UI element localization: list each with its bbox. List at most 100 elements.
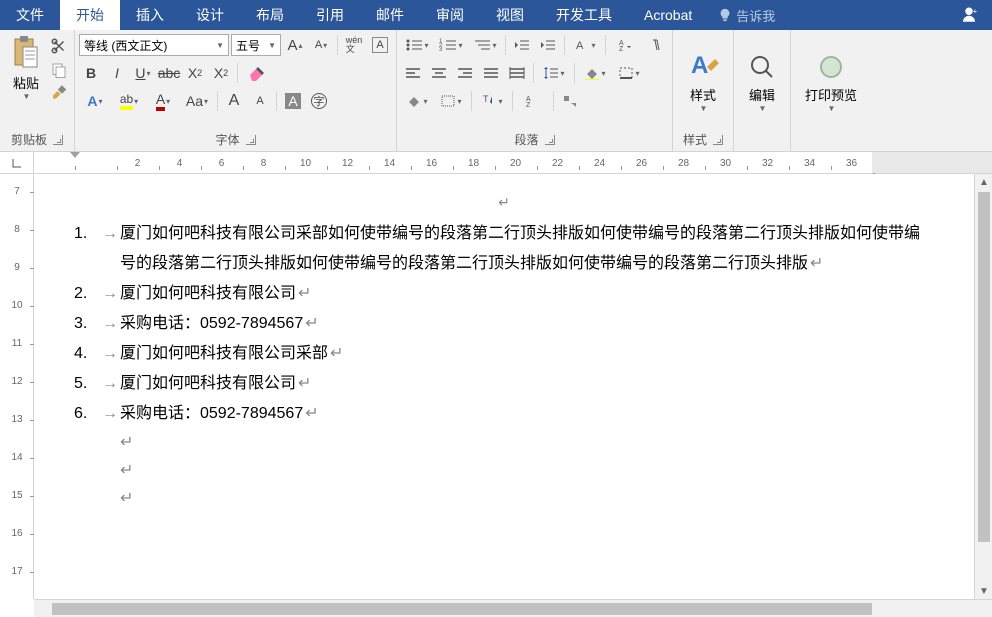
list-item-text: 厦门如何吧科技有限公司↵ [120,369,934,399]
align-justify-button[interactable] [479,61,503,85]
multilevel-button[interactable]: ▾ [469,33,501,57]
enclose-char-button[interactable]: 字 [307,89,331,113]
phonetic-guide-button[interactable]: wén文 [342,33,366,57]
snap-button[interactable] [558,89,582,113]
list-item[interactable]: 3.→采购电话：0592-7894567↵ [74,309,934,339]
document-page[interactable]: ↵ 1.→厦门如何吧科技有限公司采部如何使带编号的段落第二行顶头排版如何使带编号… [34,174,974,599]
tab-layout[interactable]: 布局 [240,0,300,30]
cut-button[interactable] [50,37,68,55]
vruler-tick: 17 [8,566,26,577]
tab-review[interactable]: 审阅 [420,0,480,30]
tab-mailings[interactable]: 邮件 [360,0,420,30]
font-color-button[interactable]: A▾ [147,89,179,113]
italic-button[interactable]: I [105,61,129,85]
tab-file[interactable]: 文件 [0,0,60,30]
list-item[interactable]: 1.→厦门如何吧科技有限公司采部如何使带编号的段落第二行顶头排版如何使带编号的段… [74,219,934,279]
align-right-button[interactable] [453,61,477,85]
list-item[interactable]: 6.→采购电话：0592-7894567↵ [74,399,934,429]
numbering-button[interactable]: 123▾ [435,33,467,57]
line-spacing-button[interactable]: ▾ [538,61,570,85]
horizontal-ruler[interactable]: 2468101214161820222426283032343638404244 [34,152,992,173]
ribbon-tabs: 文件 开始 插入 设计 布局 引用 邮件 审阅 视图 开发工具 Acrobat … [0,0,992,30]
print-preview-button[interactable]: 打印预览 ▼ [795,33,867,132]
tab-arrow: → [102,279,120,309]
clipboard-dialog-launcher[interactable] [53,135,63,145]
copy-button[interactable] [50,61,68,79]
tell-me-search[interactable]: 告诉我 [718,0,775,30]
paste-button[interactable]: 粘贴 ▼ [6,35,46,101]
tab-acrobat[interactable]: Acrobat [628,0,708,30]
list-number: 4. [74,339,102,369]
grow-font-button[interactable]: A▴ [283,33,307,57]
tab-home[interactable]: 开始 [60,0,120,30]
char-border-button[interactable]: A [368,33,392,57]
bullets-button[interactable]: ▾ [401,33,433,57]
bold-button[interactable]: B [79,61,103,85]
clear-formatting-button[interactable] [242,61,274,85]
multilevel-icon [473,38,491,52]
asian-layout-button[interactable]: A▾ [569,33,601,57]
paragraph-mark: ↵ [330,345,343,362]
change-case-button[interactable]: Aa▾ [181,89,213,113]
format-painter-button[interactable] [50,85,68,103]
subscript-button[interactable]: X2 [183,61,207,85]
show-marks-button[interactable] [644,33,668,57]
shrink-font-button[interactable]: A▾ [309,33,333,57]
tab-developer[interactable]: 开发工具 [540,0,628,30]
bucket2-icon [406,94,422,108]
list-number: 5. [74,369,102,399]
align-distribute-button[interactable] [505,61,529,85]
align-left-button[interactable] [401,61,425,85]
underline-button[interactable]: U▾ [131,61,155,85]
align-center-button[interactable] [427,61,451,85]
list-item-text: 厦门如何吧科技有限公司采部↵ [120,339,934,369]
list-item-text: 采购电话：0592-7894567↵ [120,309,934,339]
tab-insert[interactable]: 插入 [120,0,180,30]
sort-icon: AZ [618,38,634,52]
paragraph-dialog-launcher[interactable] [545,135,555,145]
font-dialog-launcher[interactable] [246,135,256,145]
styles-button[interactable]: A 样式 ▼ [677,33,729,129]
styles-dialog-launcher[interactable] [713,135,723,145]
tab-references[interactable]: 引用 [300,0,360,30]
char-shading-button[interactable]: A [281,89,305,113]
list-item[interactable]: 4.→厦门如何吧科技有限公司采部↵ [74,339,934,369]
shrink-font2-button[interactable]: A [248,89,272,113]
editing-button[interactable]: 编辑 ▼ [738,33,786,132]
text-effects-button[interactable]: A▾ [79,89,111,113]
vruler-tick: 12 [8,376,26,387]
vertical-scrollbar[interactable]: ▲ ▼ [974,174,992,599]
account-button[interactable]: + [946,0,992,30]
group-styles: A 样式 ▼ 样式 [673,30,734,151]
list-item[interactable]: 2.→厦门如何吧科技有限公司↵ [74,279,934,309]
highlight-button[interactable]: ab▾ [113,89,145,113]
horizontal-scrollbar-thumb[interactable] [52,603,872,615]
borders-button[interactable]: ▾ [613,61,645,85]
group-clipboard: 粘贴 ▼ 剪贴板 [0,30,75,151]
shading-button[interactable]: ▾ [579,61,611,85]
border2-button[interactable]: ▾ [435,89,467,113]
scroll-up-arrow[interactable]: ▲ [975,174,992,190]
vertical-scrollbar-thumb[interactable] [978,192,990,542]
tab-design[interactable]: 设计 [180,0,240,30]
sort2-button[interactable]: AZ [517,89,549,113]
list-item[interactable]: 5.→厦门如何吧科技有限公司↵ [74,369,934,399]
bucket-icon [584,66,600,80]
decrease-indent-button[interactable] [510,33,534,57]
strikethrough-button[interactable]: abc [157,61,181,85]
scroll-down-arrow[interactable]: ▼ [975,583,992,599]
vertical-ruler[interactable]: 7891011121314151617 [0,174,34,599]
tab-arrow: → [102,369,120,399]
text-direction-button[interactable]: T▾ [476,89,508,113]
superscript-button[interactable]: X2 [209,61,233,85]
vruler-tick: 8 [8,224,26,235]
horizontal-scrollbar[interactable] [34,599,992,617]
tab-selector[interactable] [0,152,34,173]
shading2-button[interactable]: ▾ [401,89,433,113]
grow-font2-button[interactable]: A [222,89,246,113]
font-name-select[interactable]: 等线 (西文正文)▼ [79,34,229,56]
tab-view[interactable]: 视图 [480,0,540,30]
increase-indent-button[interactable] [536,33,560,57]
font-size-select[interactable]: 五号▼ [231,34,281,56]
sort-button[interactable]: AZ [610,33,642,57]
